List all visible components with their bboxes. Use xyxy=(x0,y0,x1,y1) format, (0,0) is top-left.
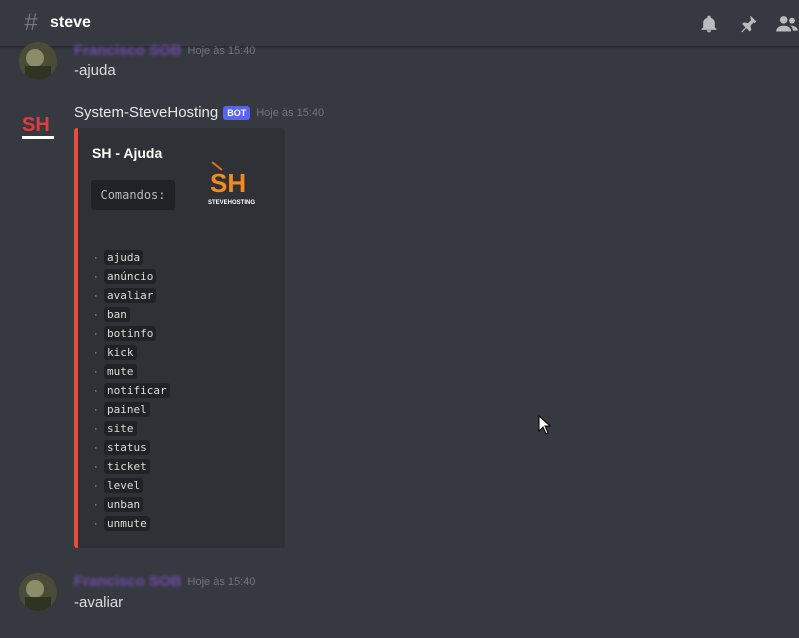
bullet: · xyxy=(94,517,98,530)
avatar[interactable]: SH xyxy=(19,107,57,145)
members-icon[interactable] xyxy=(775,12,799,36)
bullet: · xyxy=(94,403,98,416)
command-code: anúncio xyxy=(104,269,157,284)
message: Francisco SOB Hoje às 15:40 -avaliar xyxy=(0,568,799,628)
thumbnail-logo-text: SH xyxy=(210,168,246,198)
command-item: · ban xyxy=(94,305,170,324)
command-item: · painel xyxy=(94,400,170,419)
command-code: site xyxy=(104,421,137,436)
command-code: level xyxy=(104,478,144,493)
command-item: · site xyxy=(94,419,170,438)
command-code: mute xyxy=(104,364,137,379)
embed-code-block: Comandos: xyxy=(91,180,175,210)
channel-name: steve xyxy=(50,14,91,31)
command-code: ban xyxy=(104,307,130,322)
command-item: · kick xyxy=(94,343,170,362)
embed-title: SH - Ajuda xyxy=(92,145,163,161)
command-code: painel xyxy=(104,402,150,417)
bell-icon[interactable] xyxy=(697,12,721,36)
bullet: · xyxy=(94,384,98,397)
command-code: botinfo xyxy=(104,326,157,341)
bullet: · xyxy=(94,422,98,435)
command-code: notificar xyxy=(104,383,170,398)
command-item: · anúncio xyxy=(94,267,170,286)
avatar[interactable] xyxy=(19,573,57,611)
bullet: · xyxy=(94,479,98,492)
embed-thumbnail[interactable]: SH STEVEHOSTING xyxy=(202,158,262,208)
message-content: -ajuda xyxy=(74,62,116,79)
command-code: ajuda xyxy=(104,250,144,265)
command-item: · unmute xyxy=(94,514,170,533)
bullet: · xyxy=(94,289,98,302)
pin-icon[interactable] xyxy=(736,12,760,36)
command-item: · ajuda xyxy=(94,248,170,267)
message-timestamp: Hoje às 15:40 xyxy=(187,44,256,57)
thumbnail-subtext: STEVEHOSTING xyxy=(208,200,255,206)
command-list: · ajuda · anúncio · avaliar · ban · botinfo · kick ·… xyxy=(94,248,170,533)
message-author[interactable]: Francisco SOB xyxy=(74,573,182,590)
bullet: · xyxy=(94,270,98,283)
command-item: · level xyxy=(94,476,170,495)
message-content: -avaliar xyxy=(74,594,124,611)
command-item: · status xyxy=(94,438,170,457)
command-code: unmute xyxy=(104,516,150,531)
message-timestamp: Hoje às 15:40 xyxy=(256,106,325,119)
bullet: · xyxy=(94,327,98,340)
bullet: · xyxy=(94,441,98,454)
message-author[interactable]: Francisco SOB xyxy=(74,42,182,59)
cursor-icon xyxy=(538,415,552,435)
command-item: · mute xyxy=(94,362,170,381)
command-code: avaliar xyxy=(104,288,157,303)
bot-tag: BOT xyxy=(223,105,251,120)
command-code: kick xyxy=(104,345,137,360)
command-item: · notificar xyxy=(94,381,170,400)
message: Francisco SOB Hoje às 15:40 -ajuda xyxy=(0,36,799,86)
message-author[interactable]: System-SteveHosting xyxy=(74,104,218,121)
command-item: · botinfo xyxy=(94,324,170,343)
bullet: · xyxy=(94,346,98,359)
help-embed: SH - Ajuda Comandos: SH STEVEHOSTING · aj… xyxy=(74,128,285,548)
command-code: unban xyxy=(104,497,144,512)
bullet: · xyxy=(94,251,98,264)
command-code: status xyxy=(104,440,150,455)
svg-text:SH: SH xyxy=(22,114,50,136)
bullet: · xyxy=(94,498,98,511)
bullet: · xyxy=(94,365,98,378)
avatar[interactable] xyxy=(19,42,57,80)
command-item: · avaliar xyxy=(94,286,170,305)
bullet: · xyxy=(94,308,98,321)
command-item: · unban xyxy=(94,495,170,514)
command-item: · ticket xyxy=(94,457,170,476)
bullet: · xyxy=(94,460,98,473)
message-timestamp: Hoje às 15:40 xyxy=(187,575,256,588)
hashtag-icon: # xyxy=(24,9,38,36)
command-code: ticket xyxy=(104,459,150,474)
